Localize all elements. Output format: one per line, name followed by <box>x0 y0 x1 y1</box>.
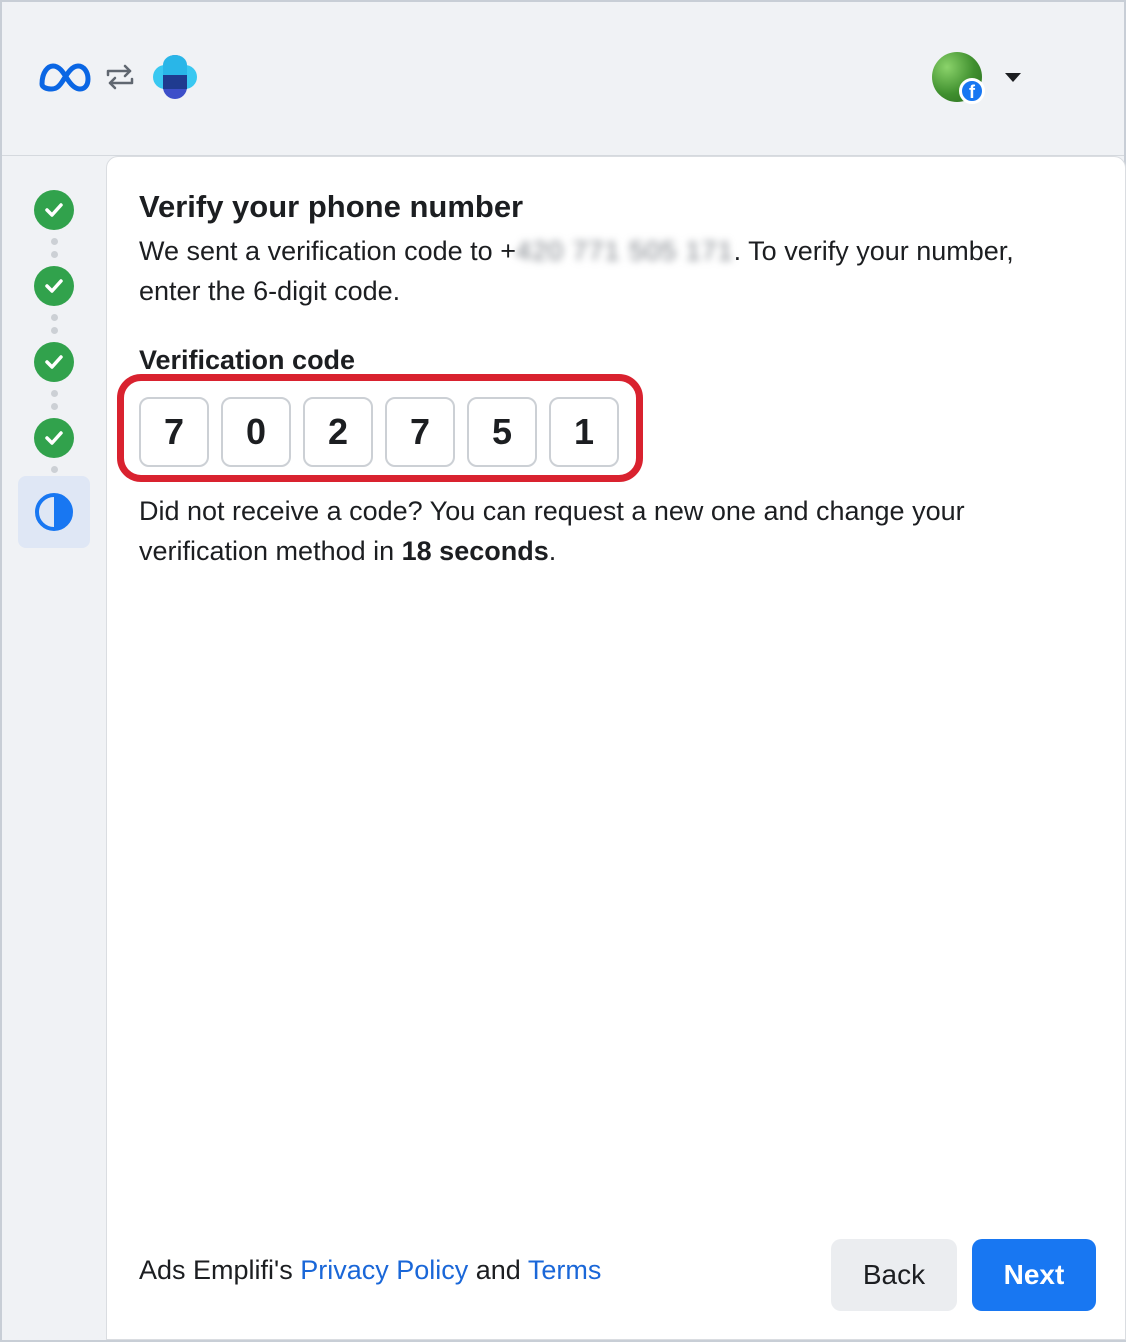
next-button[interactable]: Next <box>972 1239 1096 1311</box>
code-input-group: 7 0 2 7 5 1 <box>139 397 631 467</box>
step-completed <box>18 182 90 238</box>
page-title: Verify your phone number <box>139 189 524 224</box>
step-completed <box>18 334 90 390</box>
code-digit-input-5[interactable]: 5 <box>467 397 537 467</box>
footer-and: and <box>468 1255 528 1285</box>
chevron-down-icon[interactable] <box>1003 71 1023 83</box>
swap-arrows-icon <box>106 64 134 90</box>
privacy-policy-link[interactable]: Privacy Policy <box>300 1255 468 1285</box>
step-connector <box>18 314 90 334</box>
step-connector <box>18 466 90 476</box>
avatar[interactable]: f <box>932 52 985 104</box>
resend-info: Did not receive a code? You can request … <box>139 491 1039 571</box>
step-completed <box>18 258 90 314</box>
meta-logo-icon <box>39 63 91 92</box>
masked-phone-number: 420 771 505 171 <box>515 236 734 266</box>
description-prefix: We sent a verification code to + <box>139 236 516 266</box>
step-connector <box>18 238 90 258</box>
check-circle-icon <box>34 342 74 382</box>
step-current <box>18 476 90 548</box>
back-button[interactable]: Back <box>831 1239 957 1311</box>
check-circle-icon <box>34 266 74 306</box>
resend-suffix: . <box>548 536 557 566</box>
step-connector <box>18 390 90 410</box>
verification-description: We sent a verification code to +420 771 … <box>139 231 1059 311</box>
code-digit-input-2[interactable]: 0 <box>221 397 291 467</box>
resend-countdown: 18 seconds <box>401 536 549 566</box>
footer-prefix: Ads Emplifi's <box>139 1255 301 1285</box>
check-circle-icon <box>34 190 74 230</box>
window-frame: f Verify your phone number We sent a ver… <box>0 0 1126 1342</box>
progress-stepper <box>18 182 90 548</box>
check-circle-icon <box>34 418 74 458</box>
emplifi-app-icon <box>153 55 197 99</box>
top-header: f <box>2 2 1124 156</box>
verification-card: Verify your phone number We sent a verif… <box>106 156 1126 1340</box>
account-menu[interactable]: f <box>932 52 1023 104</box>
terms-link[interactable]: Terms <box>528 1255 602 1285</box>
legal-footer: Ads Emplifi's Privacy Policy and Terms <box>139 1255 601 1286</box>
logo-group <box>38 52 200 102</box>
half-circle-icon <box>35 493 73 531</box>
code-digit-input-4[interactable]: 7 <box>385 397 455 467</box>
code-digit-input-3[interactable]: 2 <box>303 397 373 467</box>
code-digit-input-1[interactable]: 7 <box>139 397 209 467</box>
code-field-label: Verification code <box>139 345 356 375</box>
facebook-icon: f <box>959 78 985 104</box>
code-digit-input-6[interactable]: 1 <box>549 397 619 467</box>
step-completed <box>18 410 90 466</box>
